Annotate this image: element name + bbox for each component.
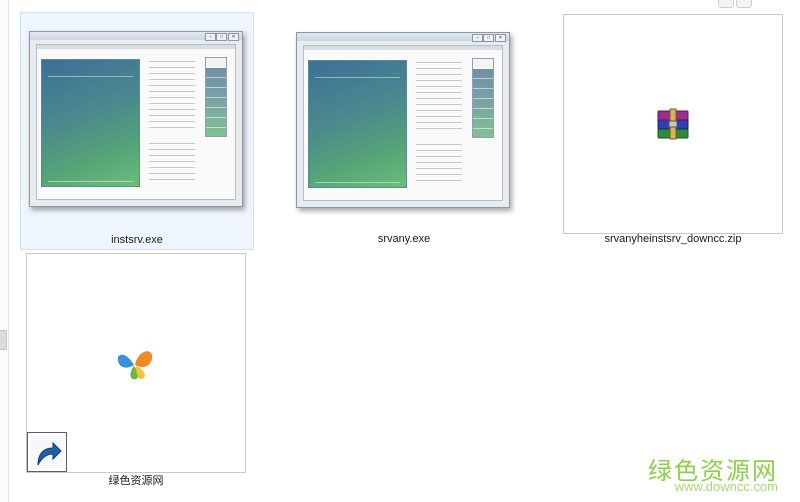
watermark-url: www.downcc.com [674,479,778,494]
window-body [303,45,503,201]
maximize-icon: □ [483,34,494,42]
application-window-icon: – □ ✕ [29,31,243,207]
close-icon: ✕ [228,33,239,41]
text-lines [149,61,195,133]
scroll-button[interactable] [718,0,734,8]
text-lines [416,144,462,186]
text-lines [149,143,195,185]
winrar-archive-icon [657,108,689,140]
file-item-srvany[interactable]: – □ ✕ srvany.exe [288,12,520,248]
msn-butterfly-icon [117,351,153,380]
minimize-icon: – [472,34,483,42]
file-thumbnail [26,253,246,473]
window-titlebar: – □ ✕ [30,32,242,41]
maximize-icon: □ [216,33,227,41]
file-thumbnail: – □ ✕ [27,15,245,233]
close-icon: ✕ [495,34,506,42]
window-titlebar: – □ ✕ [297,33,509,42]
pane-resize-handle[interactable] [0,330,7,350]
window-body [36,44,236,200]
minimize-icon: – [205,33,216,41]
text-lines [416,62,462,134]
navigation-pane-edge [0,0,9,502]
file-name: instsrv.exe [111,234,163,246]
file-name: 绿色资源网 [108,475,164,487]
file-item-zip-archive[interactable]: srvanyheinstsrv_downcc.zip [557,12,789,248]
file-thumbnail: – □ ✕ [294,14,512,232]
file-name: srvanyheinstsrv_downcc.zip [604,233,742,245]
file-item-shortcut[interactable]: 绿色资源网 [20,251,252,487]
shortcut-arrow-icon [27,432,67,472]
preview-image [308,60,407,188]
window-scrollbar [472,58,494,139]
application-window-icon: – □ ✕ [296,32,510,208]
file-name: srvany.exe [377,233,431,245]
file-thumbnail [563,14,783,234]
preview-image [41,59,140,187]
file-item-instsrv[interactable]: – □ ✕ instsrv.exe [20,12,254,250]
scroll-button[interactable] [736,0,752,8]
window-scrollbar [205,57,227,138]
